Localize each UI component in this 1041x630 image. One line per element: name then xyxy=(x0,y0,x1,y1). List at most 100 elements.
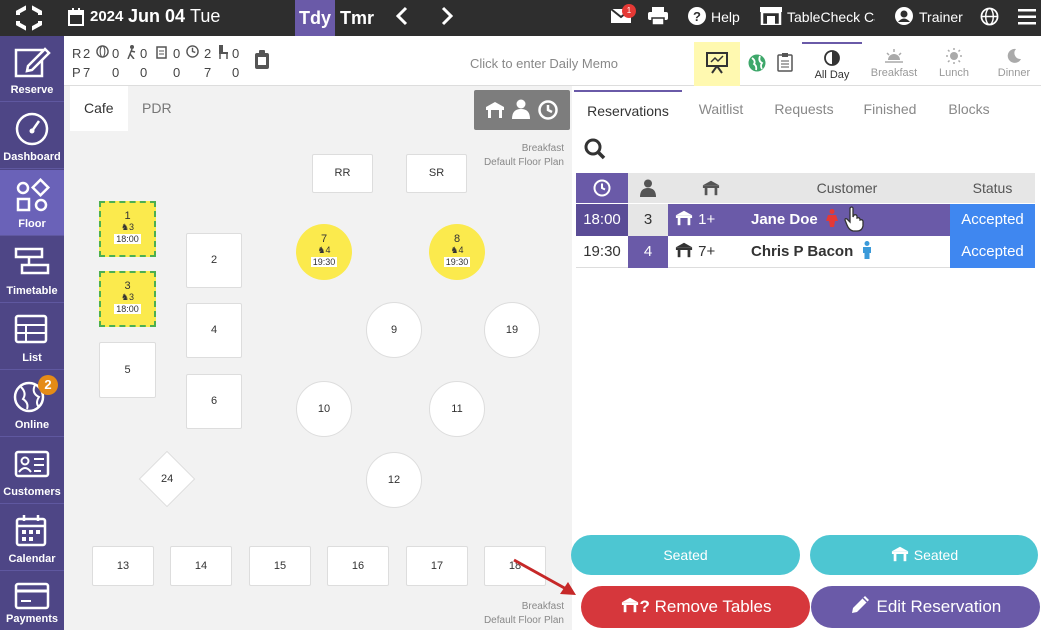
tables-column-header[interactable] xyxy=(668,173,754,203)
seated-button[interactable]: Seated xyxy=(571,535,800,575)
tomorrow-button[interactable]: Tmr xyxy=(340,0,374,36)
period-lunch[interactable]: Lunch xyxy=(924,42,984,84)
table-sr[interactable]: SR xyxy=(406,154,467,193)
printer-icon[interactable] xyxy=(648,7,668,28)
r-web: 0 xyxy=(112,46,120,61)
reservation-tabs: Reservations Waitlist Requests Finished … xyxy=(572,90,1041,130)
tab-pdr[interactable]: PDR xyxy=(128,86,186,131)
online-globe-icon[interactable] xyxy=(748,54,766,75)
table-14[interactable]: 14 xyxy=(170,546,232,586)
period-all-day[interactable]: All Day xyxy=(802,42,862,84)
person-icon xyxy=(640,179,656,197)
half-circle-icon xyxy=(824,50,840,66)
status-column-header[interactable]: Status xyxy=(950,173,1035,203)
male-icon xyxy=(863,241,872,259)
seated-table-button[interactable]: Seated xyxy=(810,535,1038,575)
time-column-header[interactable] xyxy=(576,173,628,203)
user-name[interactable]: Trainer xyxy=(919,9,963,25)
search-icon[interactable] xyxy=(584,138,606,166)
table-9[interactable]: 9 xyxy=(366,302,422,358)
sidebar-item-label: Payments xyxy=(6,613,58,625)
memo-list-icon[interactable] xyxy=(777,52,793,75)
table-10[interactable]: 10 xyxy=(296,381,352,437)
chevron-left-icon[interactable] xyxy=(395,6,408,32)
sidebar-item-floor[interactable]: Floor xyxy=(0,170,64,236)
sidebar-item-timetable[interactable]: Timetable xyxy=(0,237,64,303)
table-19[interactable]: 19 xyxy=(484,302,540,358)
shapes-icon xyxy=(16,178,51,212)
globe-icon[interactable] xyxy=(980,7,999,29)
presentation-toggle[interactable] xyxy=(694,42,740,86)
table-1[interactable]: 1 ♞3 18:00 xyxy=(99,201,156,257)
logo-icon[interactable] xyxy=(14,4,44,32)
period-dinner[interactable]: Dinner xyxy=(984,42,1041,84)
store-name[interactable]: TableCheck Ca xyxy=(787,9,875,25)
sidebar-item-label: Dashboard xyxy=(3,151,61,163)
status-accepted-button[interactable]: Accepted xyxy=(950,204,1035,236)
table-12[interactable]: 12 xyxy=(366,452,422,508)
customer-column-header[interactable]: Customer xyxy=(754,173,940,203)
table-16[interactable]: 16 xyxy=(327,546,389,586)
plan-period: Breakfast xyxy=(521,143,564,154)
today-button[interactable]: Tdy xyxy=(295,0,335,36)
table-number: 1 xyxy=(124,210,131,222)
edit-reservation-button[interactable]: Edit Reservation xyxy=(811,586,1040,628)
table-17[interactable]: 17 xyxy=(406,546,468,586)
chevron-right-icon[interactable] xyxy=(441,6,454,32)
daily-memo[interactable]: Click to enter Daily Memo xyxy=(334,56,754,71)
reservation-row[interactable]: 19:30 4 7+ Chris P Bacon Accepted xyxy=(576,236,1035,268)
sidebar-item-list[interactable]: List xyxy=(0,304,64,370)
arrow-pointer-icon xyxy=(513,558,576,595)
memo-icon[interactable] xyxy=(254,50,270,73)
sidebar-item-calendar[interactable]: Calendar xyxy=(0,505,64,571)
pencil-icon xyxy=(851,596,869,613)
table-15[interactable]: 15 xyxy=(249,546,311,586)
sidebar-item-customers[interactable]: Customers xyxy=(0,438,64,504)
guest-number: 4 xyxy=(458,245,464,255)
table-5[interactable]: 5 xyxy=(99,342,156,398)
table-time: 19:30 xyxy=(443,257,471,267)
store-icon[interactable] xyxy=(760,7,782,28)
year-label[interactable]: 2024 xyxy=(90,8,123,25)
help-link[interactable]: Help xyxy=(711,9,740,25)
period-breakfast[interactable]: Breakfast xyxy=(864,42,924,84)
sidebar-item-online[interactable]: 2 Online xyxy=(0,371,64,437)
table-icon xyxy=(486,102,504,118)
reservation-time: 19:30 xyxy=(583,243,621,260)
tab-blocks[interactable]: Blocks xyxy=(939,90,999,130)
table-4[interactable]: 4 xyxy=(186,303,242,358)
guest-count: ♞3 xyxy=(120,222,135,232)
sidebar-item-payments[interactable]: Payments xyxy=(0,572,64,630)
table-2[interactable]: 2 xyxy=(186,233,242,288)
table-13[interactable]: 13 xyxy=(92,546,154,586)
sidebar-item-dashboard[interactable]: Dashboard xyxy=(0,103,64,169)
tab-waitlist[interactable]: Waitlist xyxy=(686,90,756,130)
p-total: 7 xyxy=(83,65,91,80)
table-rr[interactable]: RR xyxy=(312,154,373,193)
sidebar-item-reserve[interactable]: Reserve xyxy=(0,36,64,102)
calendar-icon[interactable] xyxy=(68,8,84,29)
date-label[interactable]: Jun 04 Tue xyxy=(128,6,220,27)
tab-requests[interactable]: Requests xyxy=(768,90,840,130)
floor-filter-toggle[interactable] xyxy=(474,90,570,130)
table-6[interactable]: 6 xyxy=(186,374,242,429)
p-web: 0 xyxy=(112,65,120,80)
table-8[interactable]: 8 ♞4 19:30 xyxy=(429,224,485,280)
guests-column-header[interactable] xyxy=(628,173,668,203)
status-accepted-button[interactable]: Accepted xyxy=(950,236,1035,268)
tab-cafe[interactable]: Cafe xyxy=(70,86,128,131)
remove-tables-button[interactable]: ? Remove Tables xyxy=(581,586,810,628)
user-icon[interactable] xyxy=(895,7,913,28)
help-icon[interactable]: ? xyxy=(688,7,706,28)
table-7[interactable]: 7 ♞4 19:30 xyxy=(296,224,352,280)
table-3[interactable]: 3 ♞3 18:00 xyxy=(99,271,156,327)
table-number: 3 xyxy=(124,280,131,292)
table-icon xyxy=(621,597,638,613)
table-11[interactable]: 11 xyxy=(429,381,485,437)
tab-reservations[interactable]: Reservations xyxy=(574,90,682,130)
menu-icon[interactable] xyxy=(1018,9,1036,28)
question-mark: ? xyxy=(639,597,650,616)
tab-finished[interactable]: Finished xyxy=(855,90,925,130)
table-number: 24 xyxy=(160,473,174,485)
reservation-row[interactable]: 18:00 3 1+ Jane Doe Accepted xyxy=(576,204,1035,236)
